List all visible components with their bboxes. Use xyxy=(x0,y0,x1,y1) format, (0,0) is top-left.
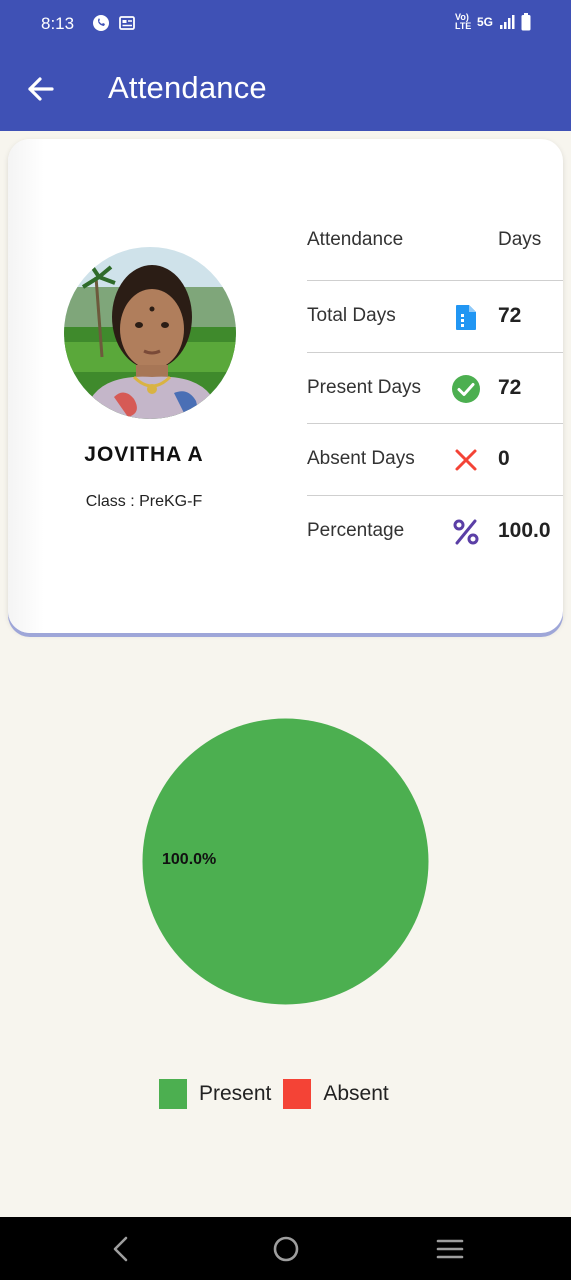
check-circle-icon xyxy=(452,374,480,403)
whatsapp-icon xyxy=(93,15,109,31)
legend-swatch-present xyxy=(159,1079,187,1109)
system-nav-bar xyxy=(0,1217,571,1280)
attendance-stats-table: Attendance Days Total Days 72 Present Da… xyxy=(307,211,563,567)
row-value: 72 xyxy=(498,304,522,327)
volte-icon: Vo) LTE xyxy=(454,12,472,31)
card-shade xyxy=(8,139,44,633)
stats-row-present-days: Present Days 72 xyxy=(307,353,563,424)
legend-swatch-absent xyxy=(283,1079,312,1109)
status-bar: 8:13 Vo) LTE 5G xyxy=(0,0,571,48)
stats-row-percentage: Percentage 100.0 xyxy=(307,496,563,568)
close-icon xyxy=(455,449,477,471)
row-label: Present Days xyxy=(307,376,422,398)
news-icon xyxy=(119,16,135,30)
row-label: Absent Days xyxy=(307,448,415,469)
header-attendance: Attendance xyxy=(307,229,404,250)
stats-header: Attendance Days xyxy=(307,211,563,281)
row-label: Percentage xyxy=(307,519,405,541)
battery-icon xyxy=(521,13,531,31)
percent-icon xyxy=(453,519,479,544)
back-arrow-icon[interactable] xyxy=(26,74,56,104)
signal-icon xyxy=(500,15,515,29)
row-value: 100.0 xyxy=(498,518,551,542)
status-time: 8:13 xyxy=(41,14,75,33)
student-class: Class : PreKG-F xyxy=(85,493,203,510)
nav-menu-icon[interactable] xyxy=(435,1234,465,1264)
nav-home-icon[interactable] xyxy=(271,1234,301,1264)
pie-data-label: 100.0% xyxy=(162,851,217,868)
app-bar: Attendance xyxy=(0,48,571,131)
status-right-icons: Vo) LTE 5G xyxy=(455,13,531,31)
legend-label-absent: Absent xyxy=(323,1082,389,1105)
student-photo xyxy=(64,247,236,419)
stats-row-absent-days: Absent Days 0 xyxy=(307,424,563,496)
network-label: 5G xyxy=(476,15,493,29)
row-value: 0 xyxy=(498,447,510,470)
stats-row-total-days: Total Days 72 xyxy=(307,281,563,353)
chart-legend: Present Absent xyxy=(159,1079,401,1109)
document-icon xyxy=(456,305,476,330)
row-value: 72 xyxy=(498,375,522,399)
avatar xyxy=(64,247,236,419)
nav-back-icon[interactable] xyxy=(106,1234,136,1264)
legend-label-present: Present xyxy=(199,1082,272,1105)
status-left-icons xyxy=(92,14,136,32)
row-label: Total Days xyxy=(307,305,396,326)
header-days: Days xyxy=(498,229,542,250)
page-title: Attendance xyxy=(108,70,267,105)
attendance-card: JOVITHA A Class : PreKG-F Attendance Day… xyxy=(8,139,563,633)
student-name: JOVITHA A xyxy=(84,443,204,466)
